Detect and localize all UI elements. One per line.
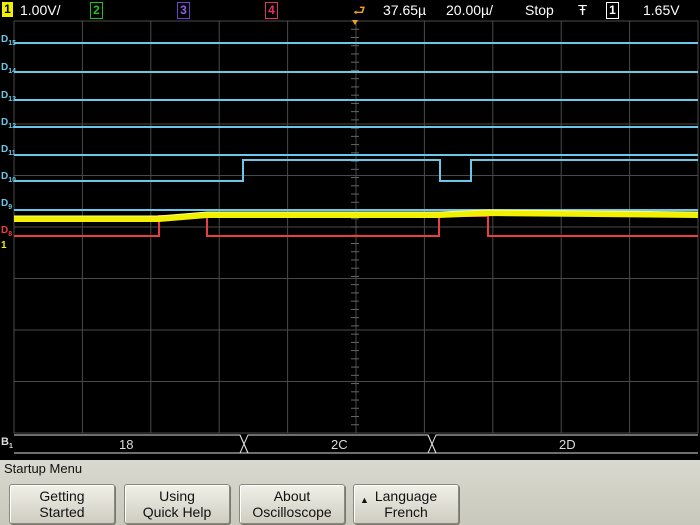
trigger-level: 1.65V <box>643 2 680 18</box>
waveform-canvas <box>13 20 699 434</box>
trigger-marker-icon <box>352 20 358 25</box>
channel-4-badge[interactable]: 4 <box>265 2 278 19</box>
time-scale: 20.00µ/ <box>446 2 493 18</box>
bus-value-3: 2D <box>559 437 576 452</box>
language-button[interactable]: ▲ Language French <box>353 484 459 524</box>
time-delay: 37.65µ <box>383 2 427 18</box>
softkey-menu: Startup Menu Getting Started Using Quick… <box>0 460 700 525</box>
trigger-edge-icon: Ŧ <box>578 2 588 19</box>
digital-label-D11: D11 <box>1 144 16 157</box>
channel-1-badge[interactable]: 1 <box>2 2 13 17</box>
using-quick-help-button[interactable]: Using Quick Help <box>124 484 230 524</box>
arrow-up-icon: ▲ <box>360 495 369 505</box>
digital-label-D15: D15 <box>1 34 17 47</box>
bus-decode-row <box>14 434 698 454</box>
channel-1-scale: 1.00V/ <box>20 2 61 18</box>
graticule <box>13 20 699 434</box>
trigger-source-badge: 1 <box>606 2 619 19</box>
analog-ch1-marker: 1 <box>1 240 7 251</box>
digital-label-D14: D14 <box>1 62 17 75</box>
digital-label-D12: D12 <box>1 117 17 130</box>
digital-label-D10: D10 <box>1 171 17 184</box>
about-oscilloscope-button[interactable]: About Oscilloscope <box>239 484 345 524</box>
menu-title: Startup Menu <box>4 461 83 476</box>
digital-label-D13: D13 <box>1 90 17 103</box>
channel-3-badge[interactable]: 3 <box>177 2 190 19</box>
waveform-display[interactable]: D15 D14 D13 D12 D11 D10 D9 D8 1 <box>0 20 700 461</box>
digital-label-D9: D9 <box>1 198 13 211</box>
digital-label-D8: D8 <box>1 225 13 238</box>
run-state: Stop <box>525 2 554 18</box>
status-bar: 1 1.00V/ 2 3 4 ⮐ 37.65µ 20.00µ/ Stop Ŧ 1… <box>0 0 700 20</box>
bus-value-2: 2C <box>331 437 348 452</box>
bus-value-1: 18 <box>119 437 134 452</box>
channel-2-badge[interactable]: 2 <box>90 2 103 19</box>
bus-label: B1 <box>1 436 13 451</box>
getting-started-button[interactable]: Getting Started <box>9 484 115 524</box>
